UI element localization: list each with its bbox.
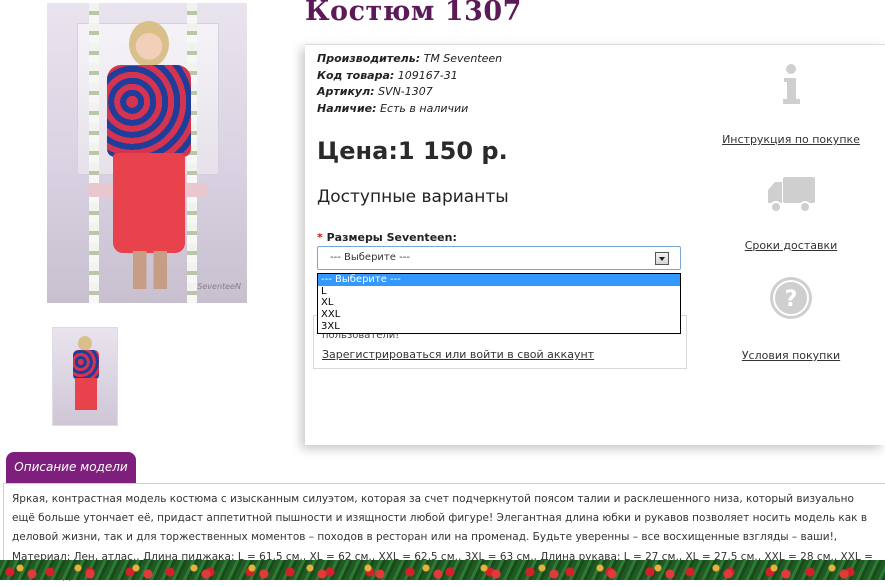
register-login-link[interactable]: Зарегистрироваться или войти в свой акка… <box>322 348 594 361</box>
model-red-skirt <box>113 153 185 253</box>
manufacturer-row: Производитель: TM Seventeen <box>317 51 502 68</box>
code-row: Код товара: 109167-31 <box>317 68 502 85</box>
options-heading: Доступные варианты <box>317 187 509 207</box>
size-options-list[interactable]: --- Выберите --- L XL XXL 3XL <box>317 273 681 334</box>
truck-icon <box>768 177 815 213</box>
product-main-photo[interactable]: SeventeeN <box>47 3 247 303</box>
size-select-label: * Размеры Seventeen: <box>317 231 457 244</box>
manufacturer-label: Производитель: <box>317 52 421 65</box>
product-title: Костюм 1307 <box>305 0 522 27</box>
product-thumbnail[interactable] <box>52 327 118 426</box>
svg-text:?: ? <box>785 287 798 312</box>
size-option[interactable]: --- Выберите --- <box>318 274 680 286</box>
code-value: 109167-31 <box>397 68 458 82</box>
code-label: Код товара: <box>317 68 395 82</box>
purchase-instructions-link[interactable]: Инструкция по покупке <box>711 133 871 146</box>
model-legs <box>133 251 167 289</box>
sku-row: Артикул: SVN-1307 <box>317 84 502 101</box>
size-option[interactable]: 3XL <box>318 321 680 333</box>
size-label-text: Размеры Seventeen: <box>326 231 457 244</box>
size-option[interactable]: XL <box>318 297 680 309</box>
question-icon: ? <box>770 277 812 319</box>
photo-floral-column-left <box>89 3 99 303</box>
thumb-model-head <box>78 336 92 351</box>
product-price: Цена:1 150 р. <box>317 137 508 165</box>
product-info-panel: Производитель: TM Seventeen Код товара: … <box>305 44 885 445</box>
sku-value: SVN-1307 <box>378 85 433 98</box>
delivery-terms[interactable]: Сроки доставки <box>711 173 871 252</box>
manufacturer-value: TM Seventeen <box>423 52 503 65</box>
tab-description[interactable]: Описание модели <box>6 452 136 483</box>
availability-value: Есть в наличии <box>380 101 469 115</box>
size-select[interactable]: --- Выберите --- <box>317 246 681 270</box>
garland-ornaments <box>0 560 885 580</box>
availability-label: Наличие: <box>317 101 377 115</box>
purchase-conditions[interactable]: ? Условия покупки <box>711 275 871 362</box>
product-meta: Производитель: TM Seventeen Код товара: … <box>317 51 502 117</box>
christmas-garland-decoration <box>0 560 885 580</box>
purchase-instructions[interactable]: Инструкция по покупке <box>711 61 871 146</box>
size-option[interactable]: L <box>318 286 680 298</box>
chevron-down-icon[interactable] <box>655 252 669 265</box>
required-mark: * <box>317 231 323 244</box>
thumb-model-skirt <box>75 378 97 410</box>
availability-row: Наличие: Есть в наличии <box>317 101 502 118</box>
delivery-terms-link[interactable]: Сроки доставки <box>711 239 871 252</box>
size-select-value: --- Выберите --- <box>330 252 410 263</box>
purchase-conditions-link[interactable]: Условия покупки <box>711 349 871 362</box>
model-floral-jacket <box>107 65 191 157</box>
size-option[interactable]: XXL <box>318 309 680 321</box>
photo-signature: SeventeeN <box>197 282 241 291</box>
info-icon <box>783 64 800 104</box>
model-head <box>129 21 169 67</box>
thumb-model-jacket <box>73 350 99 380</box>
sku-label: Артикул: <box>317 85 375 98</box>
